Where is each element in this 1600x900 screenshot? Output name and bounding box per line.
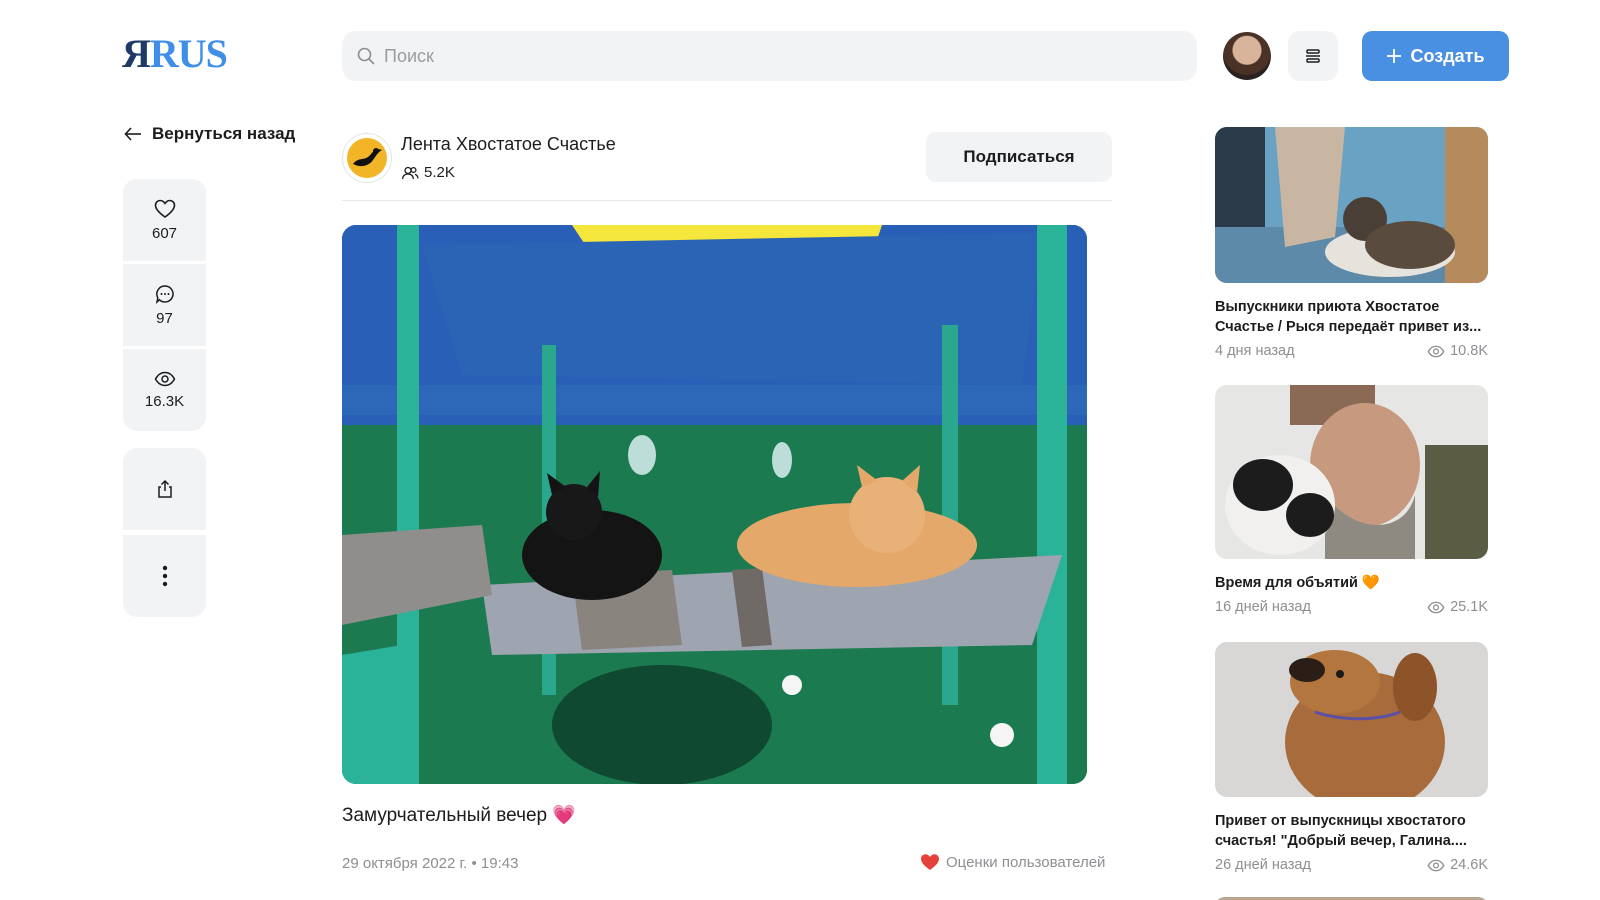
recommendation-title[interactable]: Время для объятий 🧡 bbox=[1215, 573, 1488, 593]
search-icon bbox=[357, 47, 375, 65]
logo[interactable]: ЯRUS bbox=[122, 30, 228, 78]
like-button[interactable]: 607 bbox=[123, 179, 206, 261]
views-count: 16.3K bbox=[144, 392, 185, 410]
recommendation-image[interactable] bbox=[1215, 127, 1488, 283]
channel-avatar[interactable] bbox=[342, 133, 392, 183]
recommendation-views-count: 24.6K bbox=[1450, 857, 1488, 873]
comment-icon bbox=[155, 284, 174, 304]
post-actions bbox=[123, 448, 206, 617]
eye-icon bbox=[1427, 859, 1445, 871]
recommendation-title[interactable]: Выпускники приюта Хвостатое Счастье / Ры… bbox=[1215, 297, 1488, 337]
recommendation-age: 16 дней назад bbox=[1215, 599, 1311, 615]
recommendation-meta: 16 дней назад 25.1K bbox=[1215, 599, 1488, 615]
recommendation-views-count: 25.1K bbox=[1450, 599, 1488, 615]
recommendation-views: 25.1K bbox=[1427, 599, 1488, 615]
recommendation-image[interactable] bbox=[1215, 642, 1488, 797]
search-input[interactable] bbox=[384, 45, 1164, 67]
arrow-left-icon bbox=[124, 127, 141, 141]
likes-count: 607 bbox=[151, 224, 178, 242]
subscribers-count: 5.2K bbox=[424, 164, 455, 181]
user-ratings[interactable]: Оценки пользователей bbox=[920, 853, 1105, 871]
recommendation-thumbnail bbox=[1215, 385, 1488, 559]
more-button[interactable] bbox=[123, 535, 206, 617]
channel-header: Лента Хвостатое Счастье 5.2K Подписаться bbox=[342, 131, 1112, 201]
user-avatar[interactable] bbox=[1223, 32, 1271, 80]
eye-icon bbox=[1427, 601, 1445, 613]
create-button[interactable]: Создать bbox=[1362, 31, 1509, 81]
recommendation-age: 26 дней назад bbox=[1215, 857, 1311, 873]
recommendation-meta: 4 дня назад 10.8K bbox=[1215, 343, 1488, 359]
users-icon bbox=[401, 166, 419, 179]
heart-icon bbox=[154, 199, 175, 218]
eye-icon bbox=[154, 371, 175, 386]
more-vertical-icon bbox=[162, 565, 167, 587]
recommendation-thumbnail bbox=[1215, 642, 1488, 797]
recommendation-age: 4 дня назад bbox=[1215, 343, 1295, 359]
back-link[interactable]: Вернуться назад bbox=[124, 124, 295, 144]
recommendation-card[interactable]: Привет от выпускницы хвостатого счастья!… bbox=[1215, 642, 1488, 873]
post-stats: 607 97 16.3K bbox=[123, 179, 206, 431]
create-label: Создать bbox=[1410, 45, 1485, 66]
recommendation-views: 10.8K bbox=[1427, 343, 1488, 359]
recommendation-views: 24.6K bbox=[1427, 857, 1488, 873]
recommendation-card[interactable]: Выпускники приюта Хвостатое Счастье / Ры… bbox=[1215, 127, 1488, 359]
rating-label: Оценки пользователей bbox=[946, 853, 1106, 871]
search-bar[interactable] bbox=[342, 31, 1197, 81]
comments-button[interactable]: 97 bbox=[123, 264, 206, 346]
library-button[interactable] bbox=[1288, 31, 1338, 81]
subscribe-button[interactable]: Подписаться bbox=[926, 132, 1112, 182]
recommendation-views-count: 10.8K bbox=[1450, 343, 1488, 359]
post-date: 29 октября 2022 г. • 19:43 bbox=[342, 855, 519, 872]
recommendation-meta: 26 дней назад 24.6K bbox=[1215, 857, 1488, 873]
channel-logo bbox=[347, 138, 387, 178]
eye-icon bbox=[1427, 345, 1445, 357]
views-stat: 16.3K bbox=[123, 349, 206, 431]
recommendation-thumbnail bbox=[1215, 127, 1488, 283]
recommendation-card[interactable]: Время для объятий 🧡 16 дней назад 25.1K bbox=[1215, 385, 1488, 615]
share-button[interactable] bbox=[123, 448, 206, 530]
stack-icon bbox=[1306, 49, 1320, 63]
recommendation-title[interactable]: Привет от выпускницы хвостатого счастья!… bbox=[1215, 811, 1488, 851]
share-icon bbox=[157, 479, 172, 498]
comments-count: 97 bbox=[156, 309, 173, 327]
channel-subscribers: 5.2K bbox=[401, 164, 455, 181]
back-label: Вернуться назад bbox=[152, 124, 296, 143]
post-image-illustration bbox=[342, 225, 1087, 784]
plus-icon bbox=[1387, 49, 1402, 63]
post-image[interactable] bbox=[342, 225, 1087, 784]
recommendation-image[interactable] bbox=[1215, 385, 1488, 559]
heart-filled-icon bbox=[921, 854, 939, 870]
channel-name[interactable]: Лента Хвостатое Счастье bbox=[401, 134, 616, 155]
post-title: Замурчательный вечер 💗 bbox=[342, 805, 577, 826]
